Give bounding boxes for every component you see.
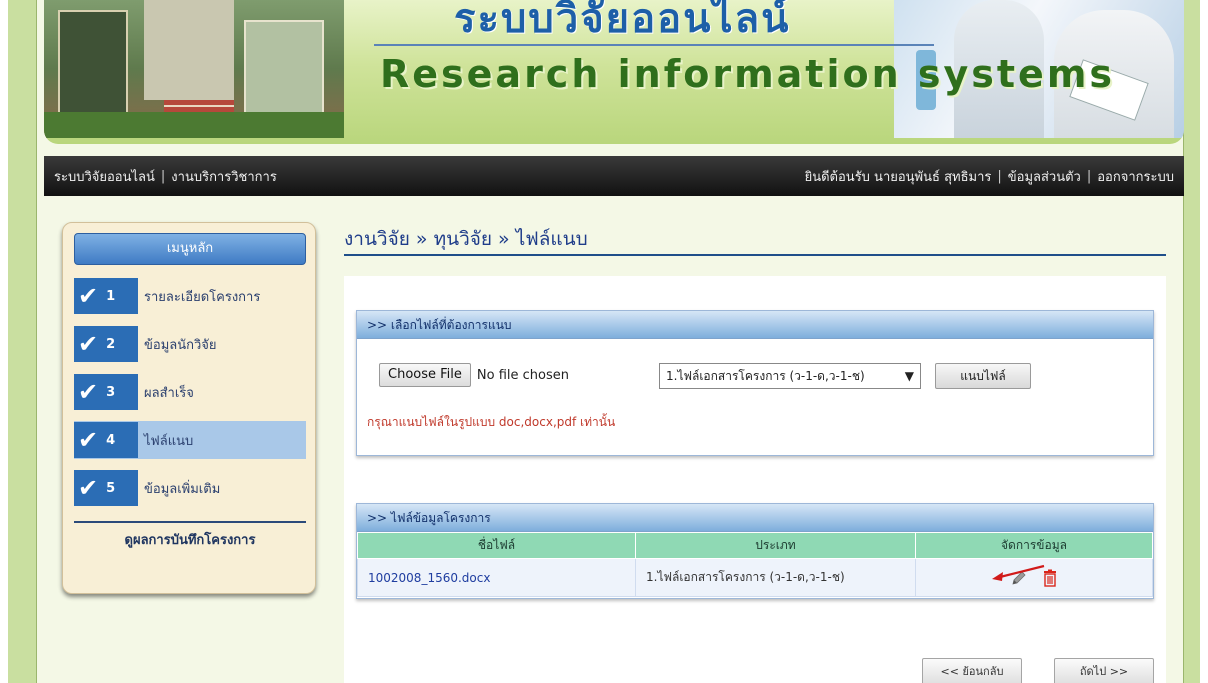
actions-cell [915, 558, 1153, 597]
sidebar-divider [74, 521, 306, 523]
checkmark-icon: ✔ [78, 426, 99, 454]
top-navigation-bar: ระบบวิจัยออนไลน์ | งานบริการวิชาการ ยินด… [44, 156, 1184, 196]
annotation-arrow-icon [992, 564, 1045, 581]
academic-service-link[interactable]: งานบริการวิชาการ [171, 166, 277, 187]
header-divider [374, 44, 934, 46]
back-button[interactable]: << ย้อนกลับ [922, 658, 1022, 683]
step-number: 4 [106, 432, 116, 448]
sidebar-item-label: ข้อมูลเพิ่มเติม [144, 481, 221, 497]
header-title-english: Research information systems [380, 52, 1116, 96]
sidebar-item-label: ผลสำเร็จ [144, 385, 194, 401]
column-header-filename: ชื่อไฟล์ [357, 532, 636, 559]
file-type-cell: 1.ไฟล์เอกสารโครงการ (ว-1-ด,ว-1-ช) [635, 558, 916, 597]
chevron-down-icon: ▼ [904, 369, 914, 383]
step-badge: ✔ 2 [74, 326, 138, 362]
header-banner: ระบบวิจัยออนไลน์ Research information sy… [44, 0, 1184, 144]
step-badge: ✔ 5 [74, 470, 138, 506]
step-badge: ✔ 1 [74, 278, 138, 314]
sidebar-menu: เมนูหลัก ✔ 1 รายละเอียดโครงการ ✔ 2 ข้อมู… [62, 222, 316, 594]
menu-title: เมนูหลัก [74, 233, 306, 265]
header-title-thai: ระบบวิจัยออนไลน์ [454, 0, 791, 42]
file-type-select[interactable]: 1.ไฟล์เอกสารโครงการ (ว-1-ด,ว-1-ช) ▼ [659, 363, 921, 389]
files-table: ชื่อไฟล์ ประเภท จัดการข้อมูล 1002008_156… [357, 532, 1153, 597]
checkmark-icon: ✔ [78, 330, 99, 358]
checkmark-icon: ✔ [78, 474, 99, 502]
upload-panel-title: >> เลือกไฟล์ที่ต้องการแนบ [357, 311, 1153, 339]
sidebar-item-label: ไฟล์แนบ [144, 433, 194, 449]
building-photo [44, 0, 344, 138]
profile-link[interactable]: ข้อมูลส่วนตัว [1008, 166, 1081, 187]
no-file-text: No file chosen [476, 367, 569, 383]
sidebar-item-label: รายละเอียดโครงการ [144, 289, 261, 305]
step-number: 2 [106, 336, 116, 352]
checkmark-icon: ✔ [78, 378, 99, 406]
upload-panel: >> เลือกไฟล์ที่ต้องการแนบ Choose File No… [356, 310, 1154, 456]
file-picker: Choose File No file chosen [379, 363, 569, 387]
welcome-text: ยินดีต้อนรับ นายอนุพันธ์ สุทธิมาร [804, 169, 992, 185]
sidebar-item-researcher-info[interactable]: ✔ 2 ข้อมูลนักวิจัย [74, 325, 306, 363]
files-panel-title: >> ไฟล์ข้อมูลโครงการ [357, 504, 1153, 532]
sidebar-item-project-details[interactable]: ✔ 1 รายละเอียดโครงการ [74, 277, 306, 315]
file-name-link[interactable]: 1002008_1560.docx [357, 558, 636, 597]
sidebar-item-attachments[interactable]: ✔ 4 ไฟล์แนบ [74, 421, 306, 459]
next-button[interactable]: ถัดไป >> [1054, 658, 1154, 683]
separator: | [1086, 168, 1092, 184]
attach-file-button[interactable]: แนบไฟล์ [935, 363, 1031, 389]
topnav-left: ระบบวิจัยออนไลน์ | งานบริการวิชาการ [54, 166, 277, 187]
sidebar-item-results[interactable]: ✔ 3 ผลสำเร็จ [74, 373, 306, 411]
separator: | [997, 168, 1002, 184]
file-type-selected-value: 1.ไฟล์เอกสารโครงการ (ว-1-ด,ว-1-ช) [666, 369, 865, 383]
view-project-summary-link[interactable]: ดูผลการบันทึกโครงการ [74, 529, 306, 550]
column-header-type: ประเภท [635, 532, 916, 559]
row-actions [916, 564, 1152, 587]
sidebar-item-additional-info[interactable]: ✔ 5 ข้อมูลเพิ่มเติม [74, 469, 306, 507]
breadcrumb: งานวิจัย » ทุนวิจัย » ไฟล์แนบ [344, 228, 588, 250]
sidebar-item-label: ข้อมูลนักวิจัย [144, 337, 217, 353]
home-link[interactable]: ระบบวิจัยออนไลน์ [54, 166, 155, 187]
step-number: 1 [106, 288, 116, 304]
step-number: 5 [106, 480, 116, 496]
step-badge: ✔ 4 [74, 422, 138, 458]
topnav-right: ยินดีต้อนรับ นายอนุพันธ์ สุทธิมาร | ข้อม… [805, 166, 1174, 187]
checkmark-icon: ✔ [78, 282, 99, 310]
breadcrumb-underline [344, 254, 1166, 256]
table-row: 1002008_1560.docx 1.ไฟล์เอกสารโครงการ (ว… [357, 558, 1153, 597]
step-badge: ✔ 3 [74, 374, 138, 410]
choose-file-button[interactable]: Choose File [379, 363, 471, 387]
step-number: 3 [106, 384, 116, 400]
file-format-hint: กรุณาแนบไฟล์ในรูปแบบ doc,docx,pdf เท่านั… [367, 415, 616, 429]
column-header-actions: จัดการข้อมูล [915, 532, 1153, 559]
logout-link[interactable]: ออกจากระบบ [1097, 166, 1174, 187]
project-files-panel: >> ไฟล์ข้อมูลโครงการ ชื่อไฟล์ ประเภท จัด… [356, 503, 1154, 599]
separator: | [160, 168, 166, 184]
